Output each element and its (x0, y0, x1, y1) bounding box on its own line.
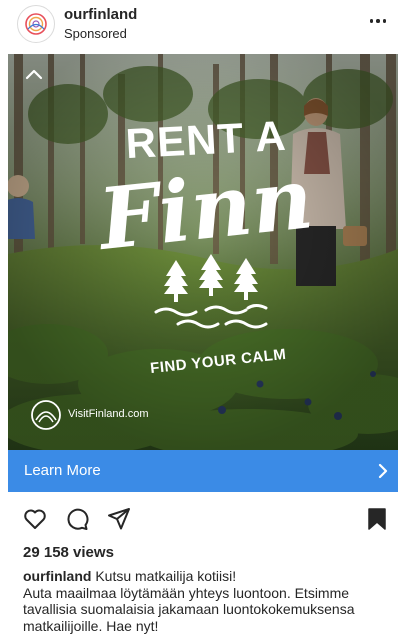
heart-icon[interactable] (22, 506, 48, 532)
more-options-button[interactable] (364, 10, 392, 32)
ourfinland-logo-icon (25, 13, 47, 35)
view-count: 29 158 views (23, 544, 114, 561)
learn-more-button[interactable]: Learn More (8, 450, 398, 492)
caption-body: Auta maailmaa löytämään yhteys luontoon.… (23, 584, 355, 634)
share-icon[interactable] (106, 506, 132, 532)
learn-more-label: Learn More (24, 462, 101, 479)
forest-scene-image (8, 54, 398, 450)
more-dot-icon (376, 19, 380, 23)
post-caption: ourfinland Kutsu matkailija kotiisi! Aut… (23, 568, 393, 634)
chevron-right-icon (378, 463, 388, 479)
sponsored-label: Sponsored (64, 26, 127, 41)
bookmark-icon[interactable] (364, 506, 390, 532)
caption-first-line: Kutsu matkailija kotiisi! (95, 568, 237, 584)
chevron-up-icon[interactable] (24, 68, 44, 80)
more-dot-icon (369, 19, 374, 23)
ad-media[interactable]: RENT A Finn FIND YOUR CALM VisitFinland.… (8, 54, 398, 450)
comment-icon[interactable] (64, 506, 90, 532)
more-dot-icon (382, 19, 387, 23)
post-actions-bar (0, 500, 398, 536)
account-name[interactable]: ourfinland (64, 6, 137, 23)
post-header: ourfinland Sponsored (0, 0, 398, 50)
caption-username[interactable]: ourfinland (23, 568, 91, 584)
account-avatar[interactable] (17, 5, 55, 43)
